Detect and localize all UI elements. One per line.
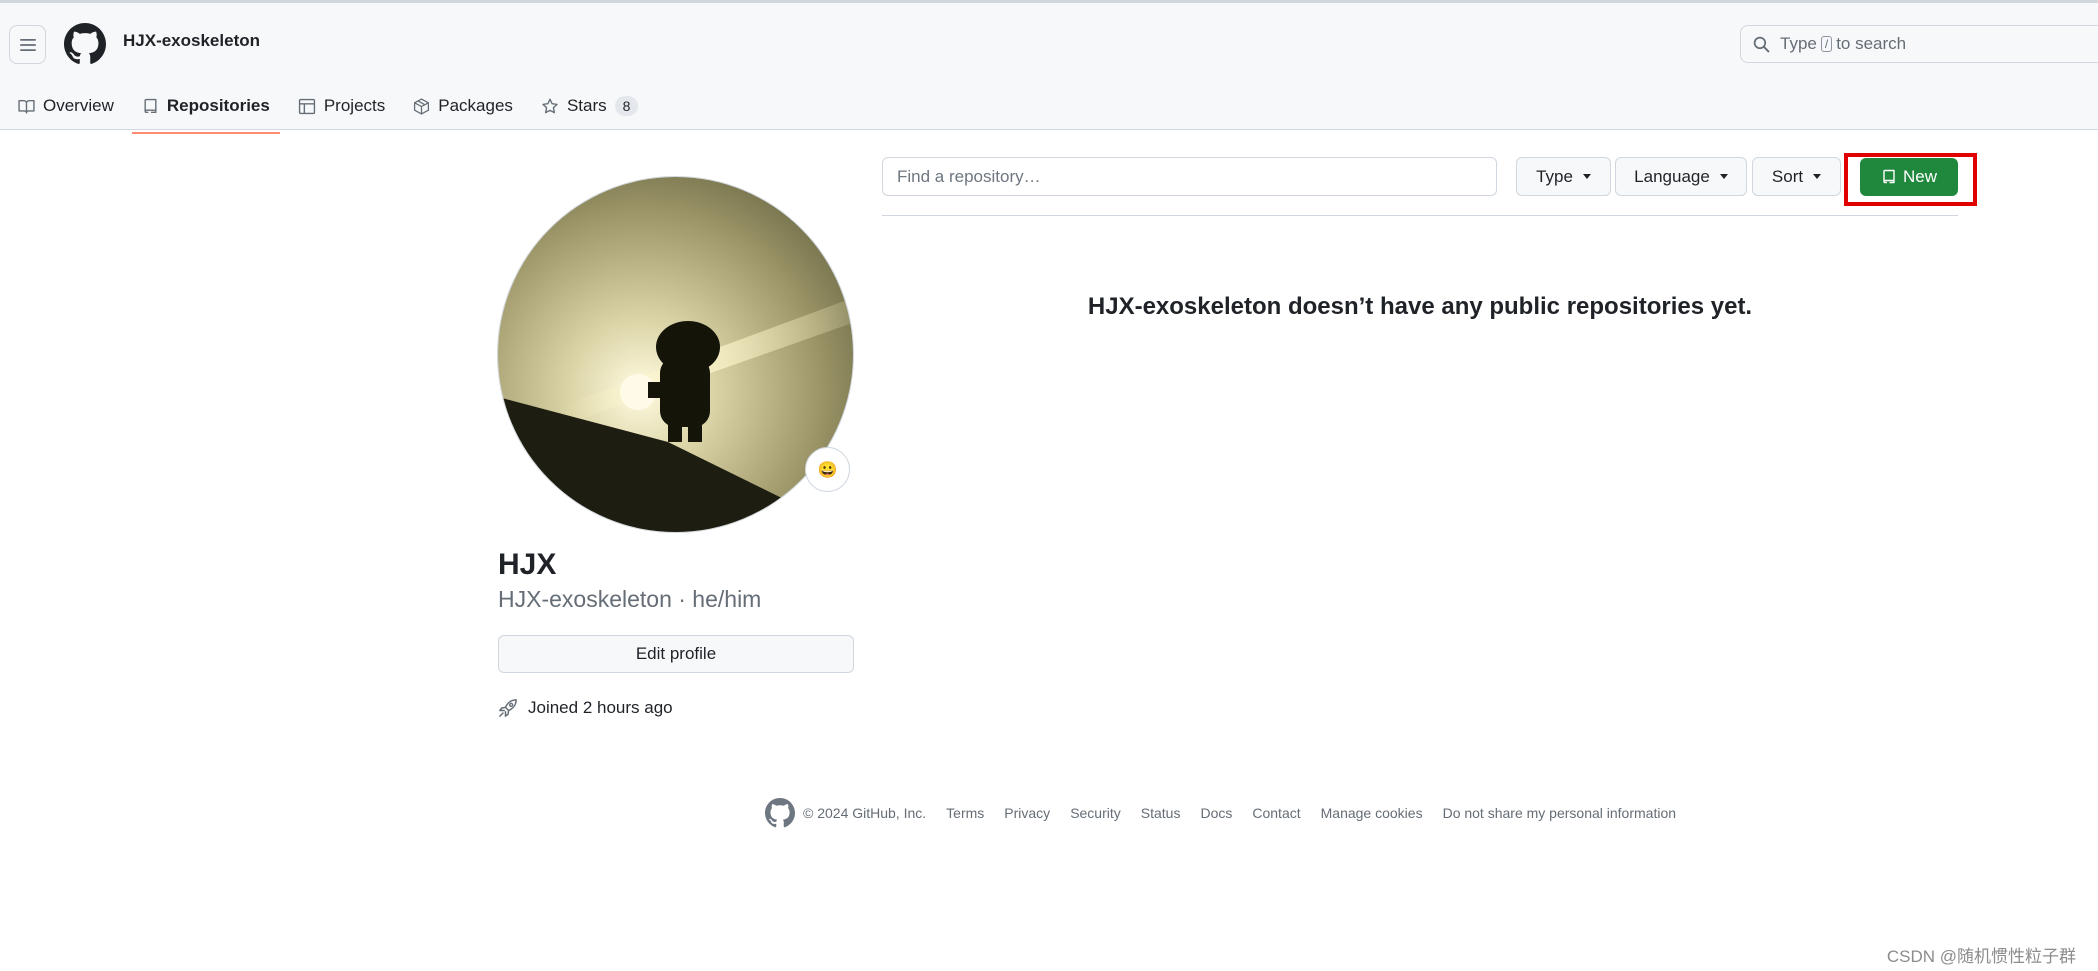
watermark: CSDN @随机惯性粒子群	[1886, 947, 2076, 966]
chevron-down-icon	[1582, 174, 1591, 179]
footer-link-manage-cookies[interactable]: Manage cookies	[1321, 805, 1423, 821]
profile-login-pronouns: HJX-exoskeleton · he/him	[498, 586, 762, 612]
new-repository-button[interactable]: New	[1860, 158, 1958, 196]
search-shortcut-key: /	[1820, 36, 1833, 52]
footer-link-status[interactable]: Status	[1141, 805, 1181, 821]
chevron-down-icon	[1813, 174, 1822, 179]
footer: © 2024 GitHub, Inc. Terms Privacy Securi…	[765, 798, 1696, 828]
chevron-down-icon	[1719, 174, 1728, 179]
profile-name: HJX	[498, 548, 557, 581]
sort-filter-button[interactable]: Sort	[1752, 157, 1841, 196]
hamburger-icon	[19, 38, 36, 51]
global-search-input[interactable]: Type / to search	[1740, 25, 2098, 63]
tab-overview-label: Overview	[43, 96, 114, 115]
footer-link-privacy[interactable]: Privacy	[1004, 805, 1050, 821]
tab-projects[interactable]: Projects	[288, 79, 395, 133]
footer-link-terms[interactable]: Terms	[946, 805, 984, 821]
package-icon	[414, 97, 430, 115]
book-icon	[18, 99, 35, 114]
footer-link-security[interactable]: Security	[1070, 805, 1121, 821]
avatar-image	[498, 177, 853, 532]
footer-link-contact[interactable]: Contact	[1252, 805, 1300, 821]
repo-icon	[1883, 169, 1895, 184]
avatar[interactable]	[497, 176, 854, 533]
joined-info: Joined 2 hours ago	[498, 698, 673, 718]
joined-text: Joined 2 hours ago	[528, 698, 673, 717]
repos-divider	[882, 215, 1958, 216]
type-filter-label: Type	[1536, 166, 1573, 186]
tab-overview[interactable]: Overview	[8, 79, 124, 133]
language-filter-button[interactable]: Language	[1615, 157, 1747, 196]
search-icon	[1753, 36, 1770, 52]
rocket-icon	[499, 699, 517, 717]
footer-copyright: © 2024 GitHub, Inc.	[803, 805, 927, 821]
tab-packages-label: Packages	[438, 96, 513, 115]
footer-link-docs[interactable]: Docs	[1200, 805, 1232, 821]
tab-packages[interactable]: Packages	[403, 79, 523, 133]
tab-repositories-label: Repositories	[166, 96, 270, 115]
github-logo-icon[interactable]	[64, 23, 106, 65]
status-emoji-button[interactable]: 😀	[805, 447, 850, 492]
footer-link-do-not-share[interactable]: Do not share my personal information	[1443, 805, 1676, 821]
language-filter-label: Language	[1634, 166, 1710, 186]
profile-tabs: Overview Repositories Projects Packages	[0, 79, 648, 134]
find-repository-input[interactable]: Find a repository…	[882, 157, 1497, 196]
global-header: HJX-exoskeleton Type / to search Overvie…	[0, 0, 2098, 134]
tab-stars-label: Stars	[566, 96, 607, 115]
star-icon	[542, 98, 558, 113]
new-button-label: New	[1902, 167, 1937, 186]
type-filter-button[interactable]: Type	[1516, 157, 1611, 196]
menu-button[interactable]	[9, 25, 46, 64]
repo-icon	[144, 98, 157, 113]
github-logo-icon[interactable]	[765, 798, 795, 828]
stars-count-badge: 8	[614, 96, 639, 116]
tab-stars[interactable]: Stars 8	[531, 79, 648, 133]
avatar-container: 😀	[497, 176, 854, 533]
table-icon	[298, 98, 315, 114]
search-text-before: Type	[1780, 34, 1817, 53]
edit-profile-button[interactable]: Edit profile	[498, 635, 854, 673]
empty-repositories-message: HJX-exoskeleton doesn’t have any public …	[1087, 293, 1753, 320]
tab-repositories[interactable]: Repositories	[131, 79, 280, 134]
tab-projects-label: Projects	[323, 96, 386, 115]
sort-filter-label: Sort	[1771, 166, 1804, 186]
search-text-after: to search	[1836, 34, 1907, 53]
header-username[interactable]: HJX-exoskeleton	[123, 31, 260, 51]
